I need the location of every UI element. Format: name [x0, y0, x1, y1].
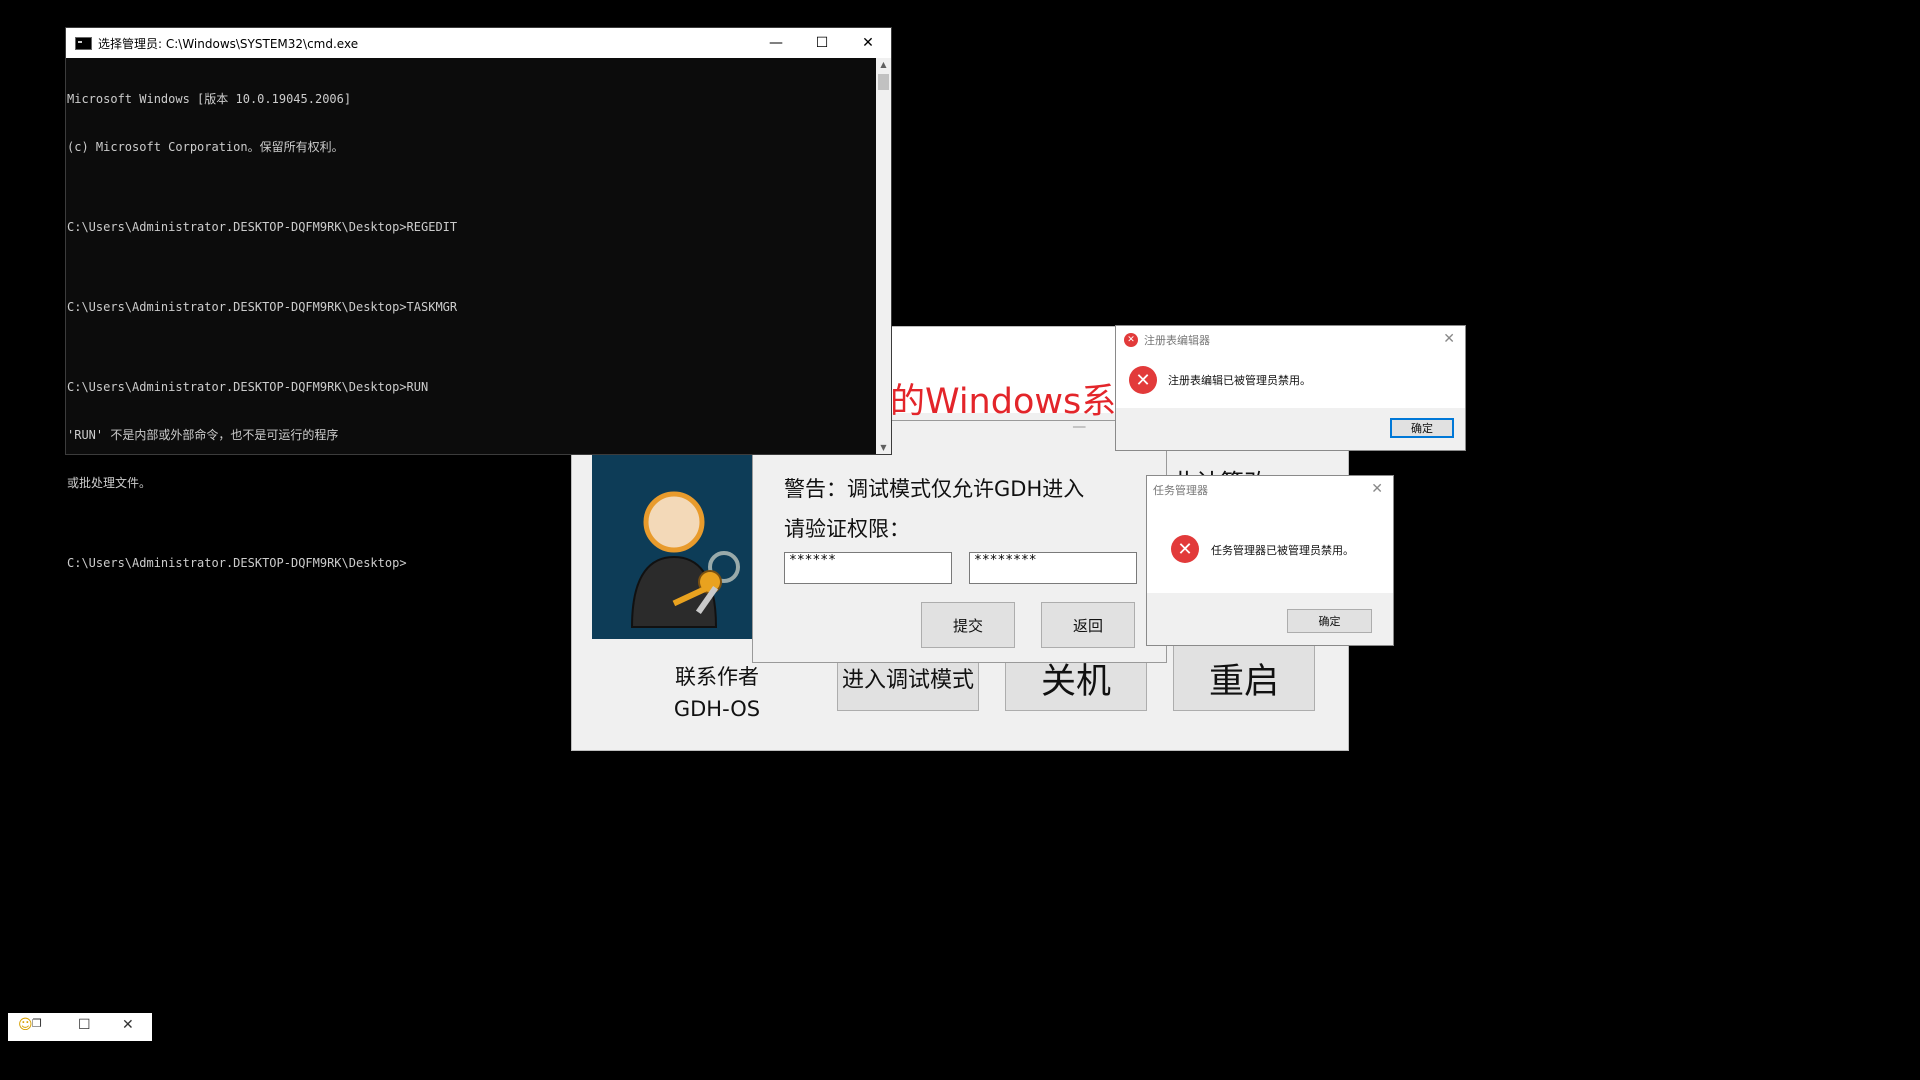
console-line: 'RUN' 不是内部或外部命令，也不是可运行的程序: [67, 428, 339, 442]
taskmgr-error-titlebar[interactable]: 任务管理器 ✕: [1147, 476, 1393, 504]
restore-icon[interactable]: ❐: [32, 1017, 42, 1030]
regedit-error-title: 注册表编辑器: [1144, 334, 1210, 347]
close-button[interactable]: ✕: [845, 28, 891, 58]
cmd-icon: [75, 36, 92, 50]
main-title: 的Windows系统: [890, 382, 1152, 422]
close-icon[interactable]: ✕: [1371, 481, 1383, 497]
scroll-down-icon[interactable]: ▼: [876, 443, 891, 452]
maximize-icon[interactable]: ☐: [78, 1017, 91, 1033]
cmd-window: 选择管理员: C:\Windows\SYSTEM32\cmd.exe — ☐ ✕…: [65, 27, 892, 570]
error-icon: ✕: [1129, 366, 1157, 394]
scroll-thumb[interactable]: [878, 74, 889, 90]
console-line: 或批处理文件。: [67, 476, 152, 490]
password-field-2-value: ********: [974, 553, 1037, 568]
close-icon[interactable]: ✕: [122, 1017, 134, 1033]
os-name-label: GDH-OS: [673, 697, 761, 721]
regedit-error-titlebar[interactable]: ✕ 注册表编辑器 ✕: [1116, 326, 1465, 354]
error-icon: ✕: [1171, 535, 1199, 563]
close-icon[interactable]: ✕: [1443, 331, 1455, 347]
taskmgr-ok-button[interactable]: 确定: [1287, 609, 1372, 633]
console-line: C:\Users\Administrator.DESKTOP-DQFM9RK\D…: [67, 300, 458, 314]
restart-button[interactable]: 重启: [1173, 645, 1315, 711]
taskmgr-error-message: 任务管理器已被管理员禁用。: [1211, 544, 1354, 557]
regedit-error-dialog: ✕ 注册表编辑器 ✕ ✕ 注册表编辑已被管理员禁用。 确定: [1115, 325, 1466, 451]
taskmgr-error-dialog: 任务管理器 ✕ ✕ 任务管理器已被管理员禁用。 确定: [1146, 475, 1394, 646]
console-line: (c) Microsoft Corporation。保留所有权利。: [67, 140, 344, 154]
minimize-icon[interactable]: —: [1072, 419, 1086, 435]
minimize-button[interactable]: —: [753, 28, 799, 58]
scroll-up-icon[interactable]: ▲: [876, 60, 891, 69]
cmd-scrollbar[interactable]: ▲ ▼: [876, 58, 891, 454]
regedit-error-message: 注册表编辑已被管理员禁用。: [1168, 374, 1311, 387]
regedit-ok-button[interactable]: 确定: [1390, 418, 1454, 438]
taskmgr-error-title: 任务管理器: [1153, 484, 1208, 497]
minimized-window[interactable]: ☺ ❐ ☐ ✕: [8, 1013, 152, 1041]
cmd-console-output[interactable]: Microsoft Windows [版本 10.0.19045.2006] (…: [67, 59, 878, 570]
cmd-title: 选择管理员: C:\Windows\SYSTEM32\cmd.exe: [98, 36, 359, 51]
console-line: Microsoft Windows [版本 10.0.19045.2006]: [67, 92, 352, 106]
error-icon: ✕: [1124, 333, 1138, 347]
app-icon: ☺: [18, 1017, 33, 1033]
submit-button[interactable]: 提交: [921, 602, 1015, 648]
password-field-2[interactable]: ********: [969, 552, 1137, 584]
contact-author-label: 联系作者: [675, 665, 759, 689]
console-line: C:\Users\Administrator.DESKTOP-DQFM9RK\D…: [67, 220, 458, 234]
cmd-titlebar[interactable]: 选择管理员: C:\Windows\SYSTEM32\cmd.exe — ☐ ✕: [66, 28, 891, 58]
back-button[interactable]: 返回: [1041, 602, 1135, 648]
console-line: C:\Users\Administrator.DESKTOP-DQFM9RK\D…: [67, 556, 407, 570]
maximize-button[interactable]: ☐: [799, 28, 845, 58]
console-line: C:\Users\Administrator.DESKTOP-DQFM9RK\D…: [67, 380, 429, 394]
contact-author: 联系作者 GDH-OS: [642, 661, 792, 725]
